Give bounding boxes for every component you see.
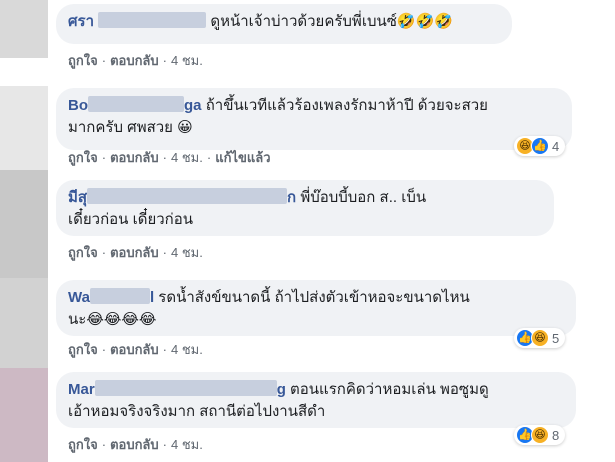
comment-actions: ถูกใจ · ตอบกลับ · 4 ชม. (68, 437, 203, 452)
comment-line: เดี๋ยวก่อน เดี๋ยวก่อน (68, 211, 194, 228)
comment-text: มีสุก พี่บ๊อบบี้บอก ส.. เบ็น (68, 188, 427, 206)
rofl-emoji: 🤣🤣🤣 (396, 13, 453, 30)
like-link[interactable]: ถูกใจ (68, 245, 98, 260)
comment-actions: ถูกใจ · ตอบกลับ · 4 ชม. · แก้ไขแล้ว (68, 150, 271, 165)
author-redaction (89, 288, 150, 304)
comment-text: Bo ga ถ้าขึ้นเวทีแล้วร้องเพลงรักมาห้าปี ด… (68, 96, 488, 114)
like-icon: 👍 (531, 137, 549, 155)
comment-bubble: Mar g ตอนแรกคิดว่าหอมเล่น พอซูมดู เอ้าหอม… (56, 372, 576, 428)
author-name[interactable]: Mar (68, 381, 95, 398)
like-link[interactable]: ถูกใจ (68, 53, 98, 68)
comment-line: ดูหน้าเจ้าบ่าวด้วยครับพี่เบนซ์ (210, 13, 397, 30)
timestamp[interactable]: 4 ชม. (171, 437, 203, 452)
timestamp[interactable]: 4 ชม. (171, 245, 203, 260)
like-link[interactable]: ถูกใจ (68, 342, 98, 357)
comment-bubble: ศรา ดูหน้าเจ้าบ่าวด้วยครับพี่เบนซ์🤣🤣🤣 (56, 4, 512, 44)
comment-line: เอ้าหอมจริงจริงมาก สถานีต่อไปงานสีดำ (68, 403, 326, 420)
comment-text: เอ้าหอมจริงจริงมาก สถานีต่อไปงานสีดำ (68, 401, 564, 423)
timestamp[interactable]: 4 ชม. (171, 53, 203, 68)
like-link[interactable]: ถูกใจ (68, 150, 98, 165)
comment-line: พี่บ๊อบบี้บอก ส.. เบ็น (300, 189, 427, 206)
comment-text: มากครับ ศพสวย 😀 (68, 117, 560, 139)
author-name[interactable]: ศรา (68, 13, 94, 30)
reaction-summary[interactable]: 👍 😆 5 (514, 328, 566, 348)
avatar-column (0, 0, 48, 462)
reply-link[interactable]: ตอบกลับ (110, 245, 159, 260)
reply-link[interactable]: ตอบกลับ (110, 342, 159, 357)
comment-line: นะ (68, 311, 87, 328)
comment-text: Mar g ตอนแรกคิดว่าหอมเล่น พอซูมดู (68, 380, 489, 398)
avatar[interactable] (0, 170, 48, 278)
reply-link[interactable]: ตอบกลับ (110, 437, 159, 452)
comment-text: เดี๋ยวก่อน เดี๋ยวก่อน (68, 209, 542, 231)
avatar-gap (0, 58, 48, 86)
comment-actions: ถูกใจ · ตอบกลับ · 4 ชม. (68, 53, 203, 68)
author-name[interactable]: มีสุ (68, 189, 87, 206)
comment-bubble: Bo ga ถ้าขึ้นเวทีแล้วร้องเพลงรักมาห้าปี ด… (56, 88, 572, 150)
comment-line: รดน้ำสังข์ขนาดนี้ ถ้าไปส่งตัวเข้าหอจะขนา… (158, 289, 470, 306)
avatar[interactable] (0, 278, 48, 368)
comment-actions: ถูกใจ · ตอบกลับ · 4 ชม. (68, 342, 203, 357)
avatar[interactable] (0, 86, 48, 170)
author-redaction (94, 380, 277, 396)
reaction-count: 4 (552, 138, 560, 154)
comment-actions: ถูกใจ · ตอบกลับ · 4 ชม. (68, 245, 203, 260)
author-redaction (98, 12, 207, 28)
reaction-summary[interactable]: 👍 😆 8 (514, 425, 566, 445)
grin-emoji: 😀 (177, 119, 193, 136)
comment-text: Wa l รดน้ำสังข์ขนาดนี้ ถ้าไปส่งตัวเข้าหอจ… (68, 288, 470, 306)
comment-line: ตอนแรกคิดว่าหอมเล่น พอซูมดู (290, 381, 489, 398)
reply-link[interactable]: ตอบกลับ (110, 150, 159, 165)
like-link[interactable]: ถูกใจ (68, 437, 98, 452)
comment-bubble: Wa l รดน้ำสังข์ขนาดนี้ ถ้าไปส่งตัวเข้าหอจ… (56, 280, 576, 336)
comment-text: นะ😂😂😂😂 (68, 309, 564, 331)
comment-line: มากครับ ศพสวย (68, 119, 173, 136)
author-redaction (87, 188, 288, 204)
haha-icon: 😆 (531, 426, 549, 444)
author-name[interactable]: Wa (68, 289, 90, 306)
timestamp[interactable]: 4 ชม. (171, 150, 203, 165)
author-redaction (88, 96, 184, 112)
reaction-count: 8 (552, 427, 560, 443)
timestamp[interactable]: 4 ชม. (171, 342, 203, 357)
comment-bubble: มีสุก พี่บ๊อบบี้บอก ส.. เบ็น เดี๋ยวก่อน … (56, 180, 554, 236)
tears-of-joy-emoji: 😂😂😂😂 (86, 311, 157, 328)
reaction-count: 5 (552, 330, 560, 346)
comment-text: ศรา ดูหน้าเจ้าบ่าวด้วยครับพี่เบนซ์🤣🤣🤣 (68, 11, 500, 33)
reply-link[interactable]: ตอบกลับ (110, 53, 159, 68)
author-name[interactable]: Bo (68, 97, 88, 114)
avatar[interactable] (0, 0, 48, 58)
comment-line: ถ้าขึ้นเวทีแล้วร้องเพลงรักมาห้าปี ด้วยจะ… (205, 97, 488, 114)
reaction-summary[interactable]: 😆 👍 4 (514, 136, 566, 156)
haha-icon: 😆 (531, 329, 549, 347)
edited-label[interactable]: แก้ไขแล้ว (215, 150, 270, 165)
avatar[interactable] (0, 368, 48, 462)
